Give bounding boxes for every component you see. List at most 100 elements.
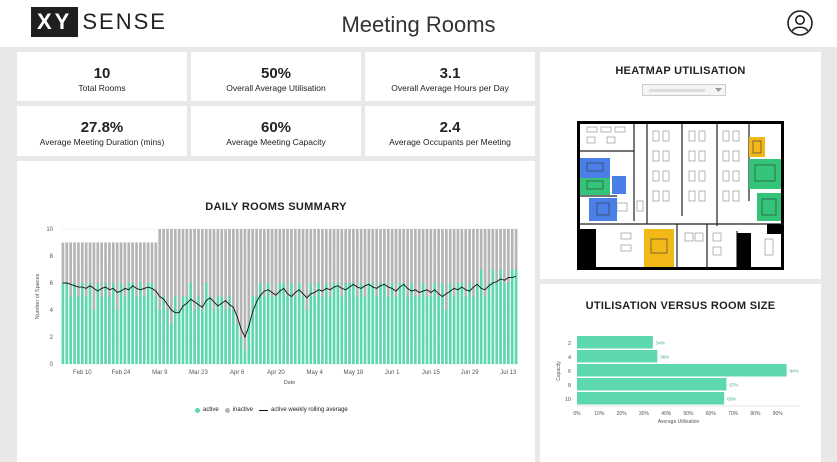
bar-inactive [193, 229, 196, 310]
legend-rolling-swatch [259, 409, 269, 411]
size-x-tick-label: 60% [706, 411, 717, 417]
bar-inactive [417, 229, 421, 297]
size-x-axis-label: Average Utilisation [658, 419, 700, 425]
y-tick-label: 2 [50, 335, 54, 341]
bar-inactive [166, 229, 169, 310]
bar-inactive [371, 229, 375, 283]
bar-inactive [348, 229, 351, 283]
heatmap-title: HEATMAP UTILISATION [615, 65, 746, 77]
bar-inactive [181, 229, 185, 297]
legend-rolling[interactable]: active weekly rolling average [259, 407, 348, 413]
bar-active [390, 283, 394, 364]
size-bar-value-label: 67% [729, 383, 738, 388]
bar-inactive [433, 229, 437, 283]
room-yellow-1[interactable] [749, 137, 765, 157]
kpi-label: Average Meeting Duration (mins) [39, 137, 165, 147]
bar-inactive [352, 229, 355, 283]
bar-inactive [104, 242, 107, 283]
bar-inactive [216, 229, 220, 297]
kpi-hours-per-day: 3.1 Overall Average Hours per Day [365, 52, 535, 101]
bar-active [73, 283, 76, 364]
bar-active [332, 283, 336, 364]
bar-inactive [383, 229, 386, 283]
x-axis-label: Date [284, 380, 296, 386]
bar-active [297, 283, 301, 364]
bar-inactive [278, 229, 282, 283]
kpi-label: Average Occupants per Meeting [389, 137, 511, 147]
bar-inactive [131, 242, 135, 283]
bar-active [135, 296, 138, 364]
bar-inactive [162, 229, 165, 297]
floor-select[interactable] [642, 84, 726, 96]
bar-active [479, 269, 483, 364]
bar-inactive [286, 229, 289, 297]
bar-inactive [340, 229, 344, 297]
legend-rolling-label: active weekly rolling average [271, 407, 348, 413]
bar-active [410, 283, 413, 364]
room-green-1[interactable] [580, 178, 610, 195]
bar-active [414, 296, 417, 364]
user-avatar-icon[interactable] [787, 10, 813, 36]
chevron-down-icon [715, 88, 722, 92]
bar-active [286, 296, 289, 364]
bar-active [239, 337, 243, 364]
floor-plan-map[interactable] [577, 121, 784, 270]
bar-inactive [108, 242, 111, 297]
bar-active [510, 269, 514, 364]
bar-active [344, 283, 348, 364]
bar-inactive [321, 229, 324, 297]
bar-active [324, 283, 328, 364]
bar-active [251, 296, 255, 364]
kpi-value: 50% [260, 65, 292, 82]
legend-inactive[interactable]: inactive [224, 407, 253, 413]
legend-active[interactable]: active [195, 407, 219, 413]
size-bar [577, 378, 727, 391]
room-size-chart[interactable]: 34% 2 36% 4 94% 6 67% 8 66% 10 0% 10% 20% 30% 40% 50% 60… [540, 284, 821, 462]
bar-inactive [499, 229, 502, 270]
bar-active [417, 296, 421, 364]
size-x-tick-label: 40% [661, 411, 672, 417]
bar-active [352, 283, 355, 364]
bar-inactive [224, 229, 227, 310]
room-blue-3[interactable] [589, 198, 617, 221]
bar-inactive [448, 229, 452, 283]
bar-active [475, 283, 479, 364]
room-green-3[interactable] [757, 193, 781, 221]
size-bar-value-label: 36% [660, 355, 669, 360]
bar-inactive [111, 242, 115, 283]
bar-active [375, 296, 378, 364]
size-x-tick-label: 90% [773, 411, 784, 417]
bar-active [328, 296, 332, 364]
bar-inactive [332, 229, 336, 283]
bar-inactive [80, 242, 84, 283]
bar-active [425, 296, 429, 364]
bar-active [170, 323, 173, 364]
bar-inactive [243, 229, 247, 351]
x-tick-label: Jul 13 [500, 370, 517, 376]
bar-active [456, 283, 460, 364]
size-x-tick-label: 80% [750, 411, 761, 417]
daily-summary-chart[interactable]: 0 2 4 6 8 10 Number of Spaces Feb 10 Feb 24 Mar 9… [17, 161, 535, 462]
bar-active [317, 283, 320, 364]
bar-inactive [301, 229, 305, 297]
bar-active [394, 296, 398, 364]
bar-inactive [73, 242, 76, 283]
bar-active [448, 283, 452, 364]
bar-inactive [231, 229, 235, 310]
room-green-2[interactable] [749, 159, 781, 189]
bar-active [84, 296, 88, 364]
bar-inactive [379, 229, 382, 283]
room-yellow-2[interactable] [644, 229, 674, 267]
bar-active [472, 296, 475, 364]
bar-active [104, 283, 107, 364]
room-blue-2[interactable] [612, 176, 626, 194]
kpi-label: Average Meeting Capacity [226, 137, 326, 147]
bar-active [460, 283, 464, 364]
bar-active [154, 296, 158, 364]
bar-active [212, 310, 216, 364]
room-blue-1[interactable] [580, 158, 610, 178]
kpi-value: 27.8% [80, 119, 124, 136]
bar-inactive [309, 229, 313, 283]
bar-active [313, 296, 317, 364]
bar-active [278, 283, 282, 364]
